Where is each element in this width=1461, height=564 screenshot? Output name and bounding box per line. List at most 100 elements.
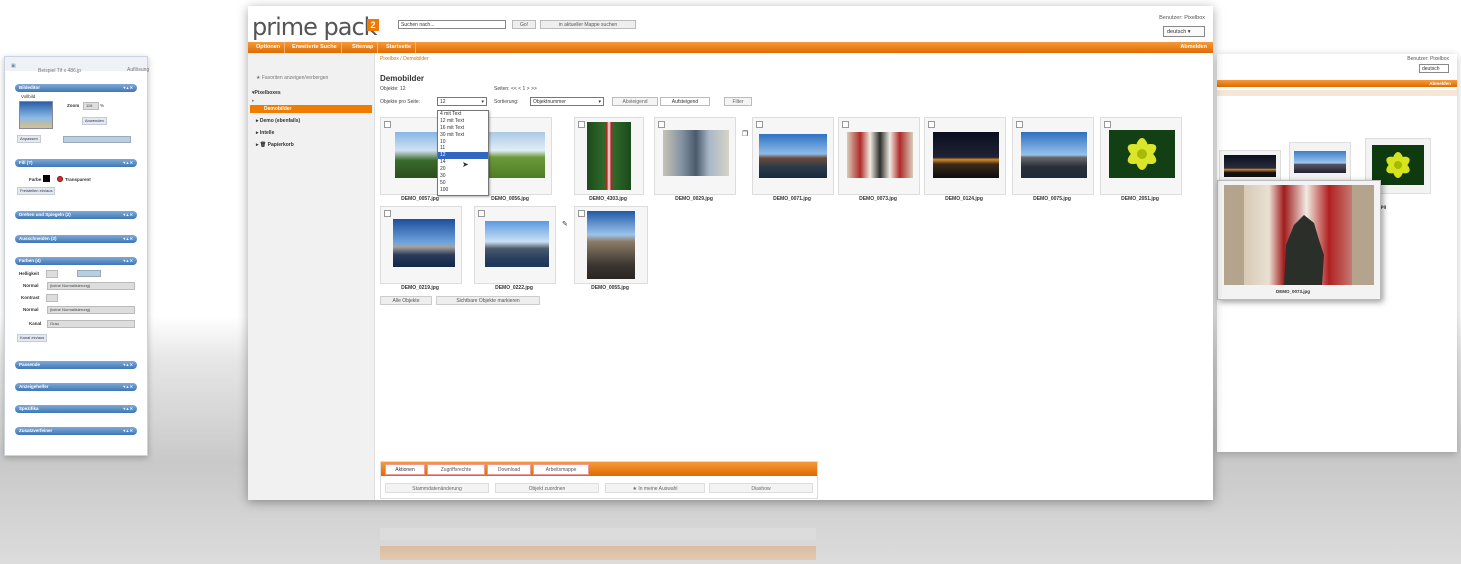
nav-home[interactable]: Startseite [382, 42, 417, 53]
brightness-input[interactable] [46, 270, 58, 278]
mark-visible-button[interactable]: Sichtbare Objekte markieren [436, 296, 540, 305]
panel-zusatz[interactable]: Zusatzverfeiner ▾ ▴ ✕ [15, 427, 137, 435]
dropdown-option[interactable]: 11 [438, 145, 488, 152]
pagination[interactable]: Seiten: << < 1 > >> [494, 86, 537, 92]
panel-colors[interactable]: Farben (4) ▾ ▴ ✕ [15, 257, 137, 265]
search-in-folder-button[interactable]: in aktueller Mappe suchen [540, 20, 636, 29]
rw-thumb[interactable] [1289, 142, 1351, 182]
thumb-checkbox[interactable] [928, 121, 935, 128]
breadcrumb[interactable]: Pixelbox / Demobilder [380, 56, 429, 62]
color-swatch[interactable] [43, 175, 50, 182]
nav-advanced-search[interactable]: Erweiterte Suche [288, 42, 342, 53]
tree-item-demobilder[interactable]: Demobilder [250, 105, 372, 113]
edit-icon[interactable]: ✎ [562, 220, 568, 228]
transparent-radio[interactable] [57, 176, 63, 182]
thumb-card[interactable] [838, 117, 920, 195]
nav-logout[interactable]: Abmelden [1180, 42, 1207, 53]
thumb-card[interactable] [380, 206, 462, 284]
thumb-checkbox[interactable] [756, 121, 763, 128]
dropdown-option-selected[interactable]: 12 [438, 152, 488, 160]
zoom-slider[interactable] [63, 136, 131, 143]
dropdown-option[interactable]: 10 [438, 139, 488, 146]
panel-anzeigehelfer[interactable]: Anzeigehelfer ▾ ▴ ✕ [15, 383, 137, 391]
dropdown-option[interactable]: 100 [438, 187, 488, 194]
panel-controls-icon[interactable]: ▾ ▴ ✕ [123, 235, 133, 243]
per-page-dropdown[interactable]: 4 mit Text 12 mit Text 16 mit Text 30 mi… [437, 110, 489, 196]
thumb-card[interactable] [474, 206, 556, 284]
thumb-checkbox[interactable] [1016, 121, 1023, 128]
panel-controls-icon[interactable]: ▾ ▴ ✕ [123, 159, 133, 167]
tree-item-trash[interactable]: ▸ 🗑 Papierkorb [256, 142, 294, 148]
thumb-checkbox[interactable] [578, 210, 585, 217]
app-logo[interactable]: prime pack [252, 13, 378, 41]
thumb-checkbox[interactable] [578, 121, 585, 128]
apply-button[interactable]: Anwenden [82, 117, 107, 125]
panel-spezifika[interactable]: Spezifika ▾ ▴ ✕ [15, 405, 137, 413]
thumb-checkbox[interactable] [842, 121, 849, 128]
thumb-checkbox[interactable] [384, 210, 391, 217]
tab-actions[interactable]: Aktionen [385, 464, 425, 475]
panel-fill[interactable]: Fill (?) ▾ ▴ ✕ [15, 159, 137, 167]
thumb-card[interactable] [752, 117, 834, 195]
assign-object-button[interactable]: Objekt zuordnen [495, 483, 599, 493]
rw-logout-link[interactable]: Abmelden [1429, 80, 1451, 87]
sort-descending-button[interactable]: Absteigend [612, 97, 658, 106]
zoom-input[interactable]: 116 [83, 102, 99, 110]
thumb-card[interactable] [654, 117, 736, 195]
brightness-slider[interactable] [77, 270, 101, 277]
tree-item-demo[interactable]: ▸ Demo (ebenfalls) [256, 118, 300, 124]
thumb-checkbox[interactable] [384, 121, 391, 128]
panel-cut[interactable]: Ausschneiden (2) ▾ ▴ ✕ [15, 235, 137, 243]
panel-rotate[interactable]: Drehen und Spiegeln (2) ▾ ▴ ✕ [15, 211, 137, 219]
tree-expander-icon[interactable]: ▸ [252, 98, 255, 104]
dropdown-option[interactable]: 16 mit Text [438, 125, 488, 132]
panel-controls-icon[interactable]: ▾ ▴ ✕ [123, 84, 133, 92]
panel-controls-icon[interactable]: ▾ ▴ ✕ [123, 427, 133, 435]
thumb-card[interactable] [924, 117, 1006, 195]
rw-enlarged-thumb[interactable]: DEMO_0073.jpg [1217, 180, 1381, 300]
tree-root[interactable]: ▾Pixelboxes [252, 90, 281, 96]
panel-controls-icon[interactable]: ▾ ▴ ✕ [123, 383, 133, 391]
panel-controls-icon[interactable]: ▾ ▴ ✕ [123, 361, 133, 369]
nav-sitemap[interactable]: Sitemap [348, 42, 379, 53]
thumb-checkbox[interactable] [478, 210, 485, 217]
thumb-card[interactable] [1012, 117, 1094, 195]
tab-download[interactable]: Download [487, 464, 531, 475]
language-select[interactable]: deutsch ▾ [1163, 26, 1205, 37]
tab-permissions[interactable]: Zugriffsrechte [427, 464, 485, 475]
rw-lang-select[interactable]: deutsch [1419, 64, 1449, 73]
editor-menu-icon[interactable]: ▣ [11, 63, 16, 69]
dropdown-option[interactable]: 30 mit Text [438, 132, 488, 139]
panel-passende[interactable]: Passende ▾ ▴ ✕ [15, 361, 137, 369]
tree-item-intelle[interactable]: ▸ Intelle [256, 130, 274, 136]
fit-button[interactable]: Anpassen [17, 135, 41, 143]
channel-toggle-button[interactable]: Kanal ein/aus [17, 334, 48, 342]
sort-select[interactable]: Objektnummer ▾ [530, 97, 604, 106]
search-go-button[interactable]: Go! [512, 20, 536, 29]
thumb-card[interactable] [1100, 117, 1182, 195]
dropdown-option[interactable]: 30 [438, 173, 488, 180]
filter-button[interactable]: Filter [724, 97, 752, 106]
normalize-select-2[interactable]: (keine Normalisierung) [47, 306, 135, 314]
slideshow-button[interactable]: Diashow [709, 483, 813, 493]
dropdown-option[interactable]: 4 mit Text [438, 111, 488, 118]
add-to-selection-button[interactable]: ★ In meine Auswahl [605, 483, 705, 493]
tab-workfolder[interactable]: Arbeitsmappe [533, 464, 589, 475]
edit-metadata-button[interactable]: Stammdatenänderung [385, 483, 489, 493]
search-input[interactable]: Suchen nach... [398, 20, 506, 29]
thumb-card[interactable] [574, 206, 648, 284]
channel-select[interactable]: Grau [47, 320, 135, 328]
select-all-button[interactable]: Alle Objekte [380, 296, 432, 305]
per-page-select[interactable]: 12 ▾ [437, 97, 487, 106]
contrast-input[interactable] [46, 294, 58, 302]
crop-toggle-button[interactable]: Freistellen ein/aus [17, 187, 56, 195]
thumb-checkbox[interactable] [658, 121, 665, 128]
thumb-checkbox[interactable] [1104, 121, 1111, 128]
nav-options[interactable]: Optionen [252, 42, 286, 53]
normalize-select-1[interactable]: (keine Normalisierung) [47, 282, 135, 290]
rw-thumb[interactable] [1219, 150, 1281, 184]
panel-controls-icon[interactable]: ▾ ▴ ✕ [123, 211, 133, 219]
favorites-toggle[interactable]: ★ Favoriten anzeigen/verbergen [256, 75, 328, 81]
panel-controls-icon[interactable]: ▾ ▴ ✕ [123, 257, 133, 265]
dropdown-option[interactable]: 12 mit Text [438, 118, 488, 125]
